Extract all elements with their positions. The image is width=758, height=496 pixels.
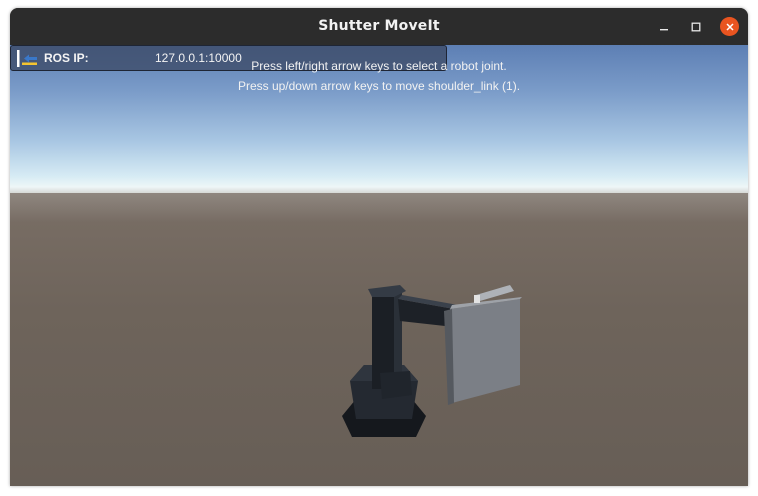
minimize-icon bbox=[660, 29, 668, 31]
maximize-icon bbox=[691, 22, 701, 32]
robot-arm-model[interactable] bbox=[320, 261, 540, 451]
instruction-select-joint: Press left/right arrow keys to select a … bbox=[251, 59, 507, 73]
robot-elbow bbox=[380, 371, 412, 399]
app-window: Shutter MoveIt ROS IP: 127.0.0.1:10000 P… bbox=[10, 8, 748, 486]
close-icon bbox=[725, 22, 734, 31]
robot-screen bbox=[450, 299, 520, 403]
maximize-button[interactable] bbox=[686, 17, 706, 37]
unity-scene-viewport[interactable]: ROS IP: 127.0.0.1:10000 Press left/right… bbox=[10, 45, 748, 486]
window-title: Shutter MoveIt bbox=[318, 18, 440, 34]
close-button[interactable] bbox=[720, 17, 739, 36]
minimize-button[interactable] bbox=[654, 17, 674, 37]
title-bar[interactable]: Shutter MoveIt bbox=[10, 8, 748, 45]
instruction-move-joint: Press up/down arrow keys to move shoulde… bbox=[237, 79, 521, 93]
